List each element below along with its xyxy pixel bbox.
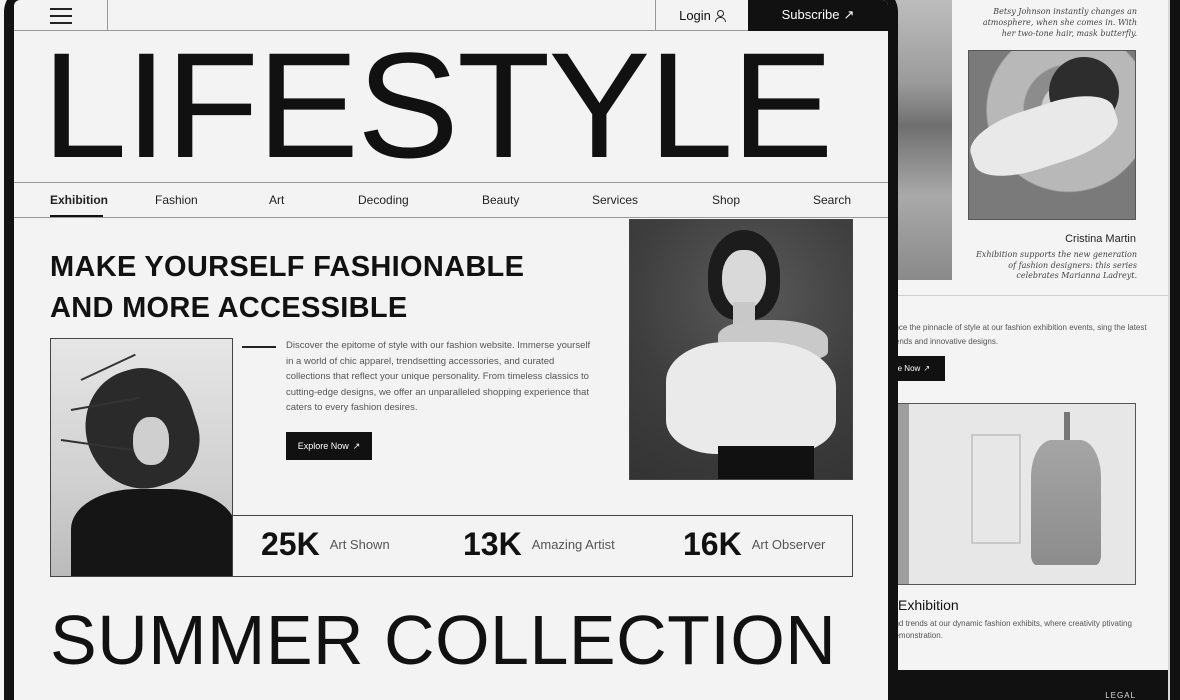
stat-item: 16K Art Observer	[683, 526, 825, 563]
legal-link[interactable]: LEGAL	[1105, 691, 1136, 700]
headline-line-1: MAKE YOURSELF FASHIONABLE	[50, 251, 525, 283]
shelf	[971, 434, 1021, 544]
portrait-fur	[969, 84, 1125, 188]
stat-label: Art Observer	[751, 537, 826, 552]
nav-item-services[interactable]: Services	[592, 193, 638, 207]
divider	[880, 295, 1168, 296]
page-headline: MAKE YOURSELF FASHIONABLE AND MORE ACCES…	[50, 247, 610, 329]
footer: LEGAL	[880, 670, 1168, 700]
dash-divider	[242, 346, 276, 348]
nav-item-beauty[interactable]: Beauty	[482, 193, 519, 207]
intro-text: ence the pinnacle of style at our fashio…	[890, 323, 1147, 346]
nav-item-decoding[interactable]: Decoding	[358, 193, 409, 207]
person-description: Exhibition supports the new generation o…	[975, 250, 1137, 280]
portrait-face	[722, 250, 766, 310]
portrait-skirt	[718, 446, 814, 479]
caption-text: Betsy Johnson instantly changes an atmos…	[982, 7, 1137, 38]
tablet-frame: Login Subscribe ↗ LIFESTYLE Exhibition F…	[4, 0, 898, 700]
secondary-device: Betsy Johnson instantly changes an atmos…	[880, 0, 1180, 700]
exhibition-title: Exhibition	[898, 597, 959, 613]
stat-value: 25K	[261, 526, 320, 562]
explore-label: Explore Now	[297, 441, 349, 451]
nav-item-search[interactable]: Search	[813, 193, 851, 207]
stats-bar: 25K Art Shown 13K Amazing Artist 16K Art…	[233, 515, 853, 577]
stat-label: Amazing Artist	[531, 537, 615, 552]
explore-button-label: re Now	[894, 364, 921, 373]
active-nav-indicator	[50, 215, 103, 217]
subscribe-label: Subscribe	[781, 7, 840, 22]
stat-item: 25K Art Shown	[261, 526, 390, 563]
showroom-photo[interactable]	[880, 403, 1136, 585]
stat-value: 13K	[463, 526, 522, 562]
nav-item-exhibition[interactable]: Exhibition	[50, 193, 108, 207]
portrait-blouse	[666, 342, 836, 454]
jacket	[1031, 440, 1101, 565]
nav-item-art[interactable]: Art	[269, 193, 284, 207]
secondary-screen: Betsy Johnson instantly changes an atmos…	[880, 0, 1170, 700]
mannequin-stand	[1064, 412, 1070, 442]
stat-label: Art Shown	[329, 537, 390, 552]
nav-item-shop[interactable]: Shop	[712, 193, 740, 207]
user-icon	[714, 10, 726, 22]
stat-item: 13K Amazing Artist	[463, 526, 615, 563]
nav-item-fashion[interactable]: Fashion	[155, 193, 198, 207]
portrait-photo[interactable]	[968, 50, 1136, 220]
intro-paragraph: Discover the epitome of style with our f…	[286, 340, 591, 413]
headline-line-2: AND MORE ACCESSIBLE	[50, 292, 408, 324]
collection-title: SUMMER COLLECTION	[50, 601, 837, 679]
photo-body	[71, 489, 232, 576]
model-portrait-photo[interactable]	[629, 219, 853, 480]
arrow-up-right-icon: ↗	[843, 6, 855, 22]
hero-title: LIFESTYLE	[42, 21, 833, 189]
stat-value: 16K	[683, 526, 742, 562]
main-nav: Exhibition Fashion Art Decoding Beauty S…	[14, 182, 888, 218]
windblown-hair-photo[interactable]	[50, 338, 233, 577]
photo-face	[133, 417, 169, 465]
arrow-up-right-icon: ↗	[923, 364, 931, 373]
exhibition-description: and trends at our dynamic fashion exhibi…	[890, 619, 1132, 640]
person-name: Cristina Martin	[1065, 233, 1136, 245]
arrow-up-right-icon: ↗	[352, 440, 361, 451]
explore-now-button[interactable]: Explore Now ↗	[286, 432, 372, 460]
main-screen: Login Subscribe ↗ LIFESTYLE Exhibition F…	[14, 0, 888, 700]
